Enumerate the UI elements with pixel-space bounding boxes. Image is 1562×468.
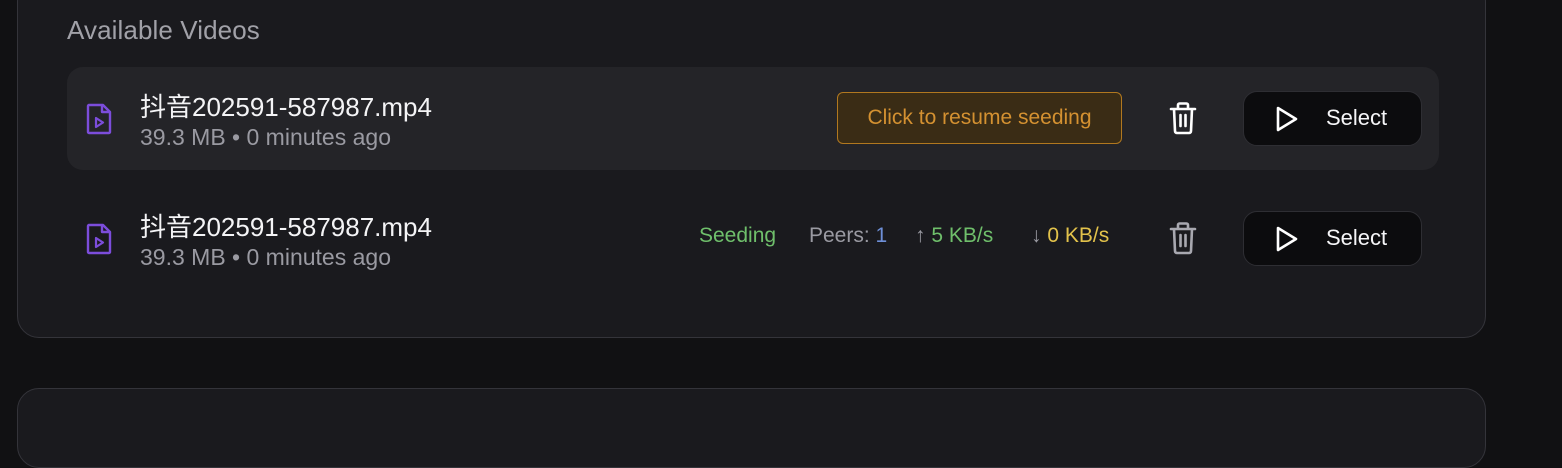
peers-label: Peers:: [809, 224, 870, 247]
select-button[interactable]: Select: [1243, 91, 1422, 146]
section-title: Available Videos: [67, 15, 260, 45]
file-time: 0 minutes ago: [246, 124, 391, 150]
video-list-item[interactable]: 抖音202591-587987.mp4 39.3 MB • 0 minutes …: [67, 187, 1439, 290]
file-size: 39.3 MB: [140, 244, 226, 270]
trash-icon: [1169, 222, 1197, 255]
resume-seeding-button[interactable]: Click to resume seeding: [837, 92, 1122, 144]
meta-separator: •: [232, 244, 241, 270]
play-icon: [1276, 106, 1298, 132]
file-name: 抖音202591-587987.mp4: [140, 212, 432, 242]
select-button[interactable]: Select: [1243, 211, 1422, 266]
play-icon: [1276, 226, 1298, 252]
delete-button[interactable]: [1166, 100, 1200, 136]
file-meta: 39.3 MB • 0 minutes ago: [140, 124, 391, 151]
seeding-status: Seeding: [699, 224, 777, 247]
video-list-item[interactable]: 抖音202591-587987.mp4 39.3 MB • 0 minutes …: [67, 67, 1439, 170]
file-name: 抖音202591-587987.mp4: [140, 92, 432, 122]
select-label: Select: [1326, 105, 1388, 130]
download-speed: ↓ 0 KB/s: [1031, 224, 1109, 248]
available-videos-panel: Available Videos 抖音202591-587987.mp4 39.…: [17, 0, 1486, 338]
trash-icon: [1169, 102, 1197, 135]
file-time: 0 minutes ago: [246, 244, 391, 270]
arrow-up-icon: ↑: [915, 224, 926, 247]
download-value: 0 KB/s: [1047, 224, 1110, 247]
delete-button[interactable]: [1166, 220, 1200, 256]
upload-value: 5 KB/s: [931, 224, 994, 247]
file-video-icon: [86, 103, 112, 135]
file-meta: 39.3 MB • 0 minutes ago: [140, 244, 391, 271]
upload-speed: ↑ 5 KB/s: [915, 224, 993, 248]
file-size: 39.3 MB: [140, 124, 226, 150]
peers-count: Peers: 1: [809, 224, 887, 248]
file-video-icon: [86, 223, 112, 255]
meta-separator: •: [232, 124, 241, 150]
next-panel: [17, 388, 1486, 468]
select-label: Select: [1326, 225, 1388, 250]
arrow-down-icon: ↓: [1031, 224, 1042, 247]
peers-value: 1: [875, 224, 888, 247]
